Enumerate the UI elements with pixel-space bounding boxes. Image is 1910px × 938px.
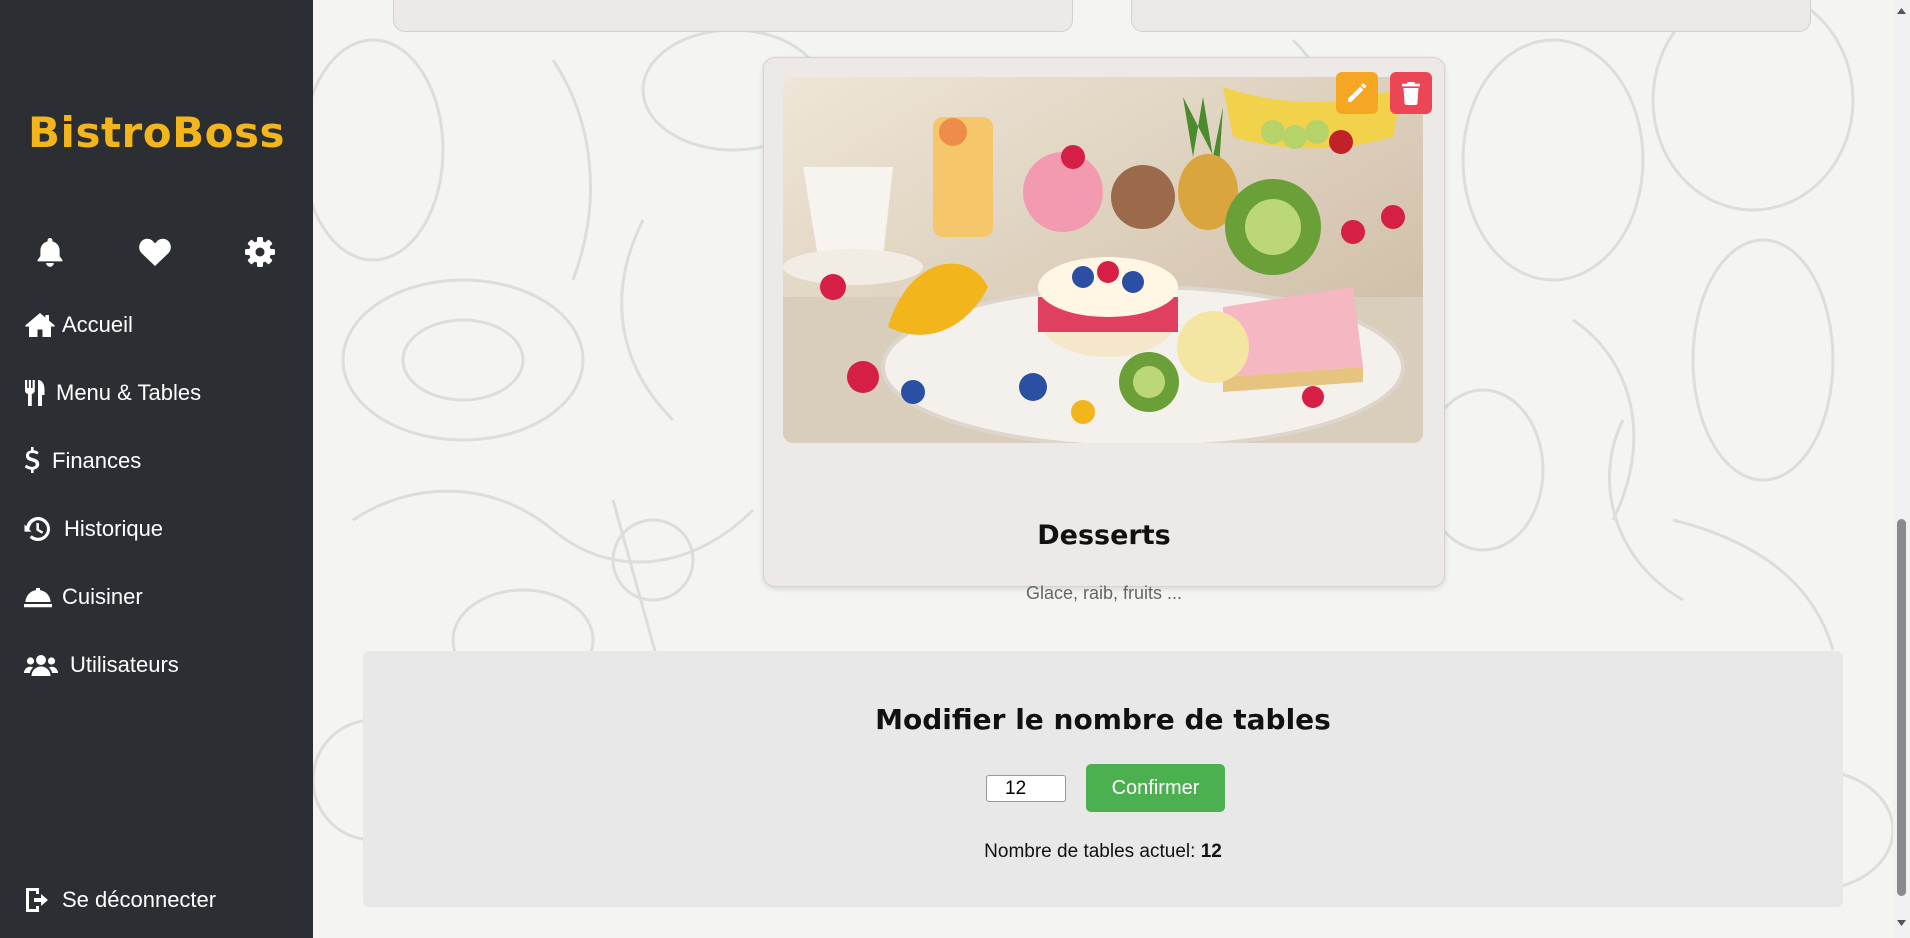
logout-icon [24,884,56,916]
card-actions [1336,72,1432,114]
category-title: Desserts [1037,520,1171,551]
utensils-icon [24,377,50,409]
current-tables-label: Nombre de tables actuel: [984,841,1196,862]
current-tables-value: 12 [1200,841,1222,862]
category-card-partial [393,0,1073,32]
delete-button[interactable] [1390,72,1432,114]
brand-logo[interactable]: BistroBoss [0,108,313,157]
sidebar-item-label: Historique [64,516,164,541]
home-icon [24,309,56,341]
edit-button[interactable] [1336,72,1378,114]
sidebar-item-historique[interactable]: Historique [0,495,313,563]
sidebar-item-label: Accueil [62,312,133,337]
category-card[interactable]: Desserts Glace, raib, fruits ... [763,57,1445,603]
tables-panel-title: Modifier le nombre de tables [875,703,1331,736]
sidebar-item-label: Menu & Tables [56,380,202,405]
category-image [783,77,1423,443]
dollar-icon [24,445,46,477]
confirm-button[interactable]: Confirmer [1086,764,1225,812]
heart-icon[interactable] [135,232,175,272]
current-tables-text: Nombre de tables actuel: 12 [313,841,1893,863]
sidebar-item-finances[interactable]: Finances [0,427,313,495]
bell-icon[interactable] [30,232,70,272]
quick-icons [30,232,280,272]
gear-icon[interactable] [240,232,280,272]
cloche-icon [24,581,56,613]
sidebar-item-label: Utilisateurs [70,652,179,677]
scrollbar-thumb[interactable] [1897,519,1906,896]
trash-icon [1402,82,1420,105]
pencil-icon [1348,83,1367,102]
sidebar-item-menu-tables[interactable]: Menu & Tables [0,359,313,427]
category-description: Glace, raib, fruits ... [1025,583,1183,603]
logout-button[interactable]: Se déconnecter [24,884,216,916]
users-icon [24,649,64,681]
sidebar-item-cuisiner[interactable]: Cuisiner [0,563,313,631]
sidebar-item-accueil[interactable]: Accueil [0,291,313,359]
category-card-partial [1131,0,1811,32]
sidebar-item-utilisateurs[interactable]: Utilisateurs [0,631,313,699]
main-content: Desserts Glace, raib, fruits ... Modifie… [313,0,1893,938]
scroll-up-arrow-icon[interactable] [1893,2,1910,19]
logout-label: Se déconnecter [62,887,217,912]
tables-count-input[interactable] [986,775,1066,802]
scrollbar[interactable] [1893,0,1910,938]
history-icon [24,513,58,545]
scroll-down-arrow-icon[interactable] [1893,914,1910,931]
sidebar: BistroBoss Accueil Menu & Tables Finance… [0,0,313,938]
sidebar-item-label: Cuisiner [62,584,143,609]
sidebar-nav: Accueil Menu & Tables Finances Historiqu… [0,291,313,699]
sidebar-item-label: Finances [52,448,142,473]
